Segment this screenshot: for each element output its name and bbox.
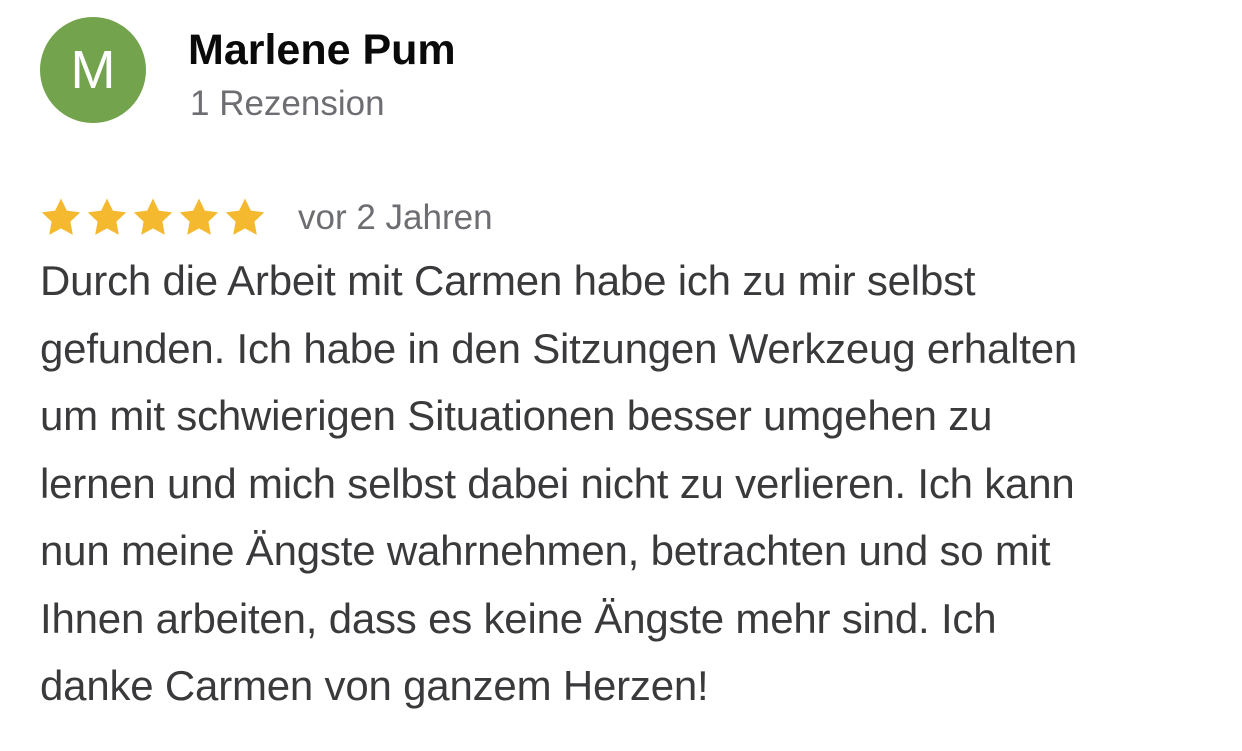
star-icon <box>225 198 265 235</box>
star-rating <box>38 195 268 241</box>
star-icon <box>41 198 81 235</box>
review-card: M Marlene Pum 1 Rezension vor 2 Jahren D… <box>0 0 1242 751</box>
review-text-line: Durch die Arbeit mit Carmen habe ich zu … <box>40 257 976 304</box>
review-text-line: gefunden. Ich habe in den Sitzungen Werk… <box>40 324 1078 372</box>
review-text-line: Ihnen arbeiten, dass es keine Ängste meh… <box>40 594 997 642</box>
review-text-line: um mit schwierigen Situationen besser um… <box>40 392 993 439</box>
review-count: 1 Rezension <box>190 84 385 123</box>
review-text-line: nun meine Ängste wahrnehmen, betrachten … <box>40 527 1051 574</box>
avatar[interactable]: M <box>40 17 146 123</box>
avatar-initial: M <box>70 40 116 100</box>
star-icon <box>133 198 173 235</box>
review-text-line: lernen und mich selbst dabei nicht zu ve… <box>40 459 1075 507</box>
review-date: vor 2 Jahren <box>298 198 493 237</box>
review-text: Durch die Arbeit mit Carmen habe ich zu … <box>40 247 1230 720</box>
star-icon <box>87 198 127 235</box>
review-text-line: danke Carmen von ganzem Herzen! <box>40 662 709 709</box>
star-icon <box>179 198 219 235</box>
reviewer-name[interactable]: Marlene Pum <box>188 24 456 76</box>
rating-row: vor 2 Jahren <box>38 192 493 244</box>
